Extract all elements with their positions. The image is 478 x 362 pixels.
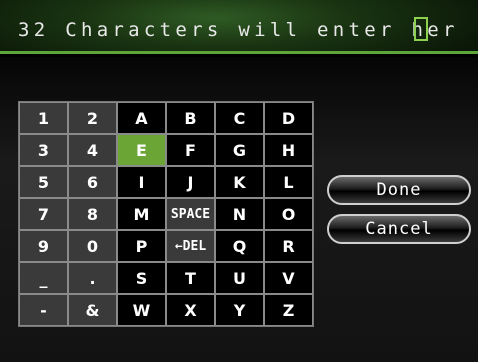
key-1[interactable]: 1 — [19, 102, 68, 134]
key-P[interactable]: P — [117, 230, 166, 262]
key-A[interactable]: A — [117, 102, 166, 134]
key-Q[interactable]: Q — [215, 230, 264, 262]
key-L[interactable]: L — [264, 166, 313, 198]
key-O[interactable]: O — [264, 198, 313, 230]
key-K[interactable]: K — [215, 166, 264, 198]
key-M[interactable]: M — [117, 198, 166, 230]
key-E[interactable]: E — [117, 134, 166, 166]
key-delete[interactable]: ←DEL — [166, 230, 215, 262]
header-bar: 32 Characters will enter her — [0, 0, 478, 54]
key-J[interactable]: J — [166, 166, 215, 198]
key-V[interactable]: V — [264, 262, 313, 294]
cancel-button[interactable]: Cancel — [327, 214, 471, 244]
key-N[interactable]: N — [215, 198, 264, 230]
key-X[interactable]: X — [166, 294, 215, 326]
key-0[interactable]: 0 — [68, 230, 117, 262]
key-space[interactable]: SPACE — [166, 198, 215, 230]
key-D[interactable]: D — [264, 102, 313, 134]
key-T[interactable]: T — [166, 262, 215, 294]
key-6[interactable]: 6 — [68, 166, 117, 198]
text-entry-display: 32 Characters will enter her — [18, 19, 459, 41]
key-I[interactable]: I — [117, 166, 166, 198]
key-&[interactable]: & — [68, 294, 117, 326]
done-button[interactable]: Done — [327, 175, 471, 205]
key-Y[interactable]: Y — [215, 294, 264, 326]
key-W[interactable]: W — [117, 294, 166, 326]
key-C[interactable]: C — [215, 102, 264, 134]
key-7[interactable]: 7 — [19, 198, 68, 230]
key-U[interactable]: U — [215, 262, 264, 294]
key--[interactable]: - — [19, 294, 68, 326]
key-4[interactable]: 4 — [68, 134, 117, 166]
key-S[interactable]: S — [117, 262, 166, 294]
key-2[interactable]: 2 — [68, 102, 117, 134]
key-B[interactable]: B — [166, 102, 215, 134]
onscreen-keyboard: 1 2 A B C D 3 4 E F G H 5 6 I J K L 7 8 M SPACE N O 9 0 P ←DEL Q R _. S… — [18, 101, 314, 327]
key-3[interactable]: 3 — [19, 134, 68, 166]
key-H[interactable]: H — [264, 134, 313, 166]
text-cursor — [414, 17, 428, 41]
key-Z[interactable]: Z — [264, 294, 313, 326]
key-8[interactable]: 8 — [68, 198, 117, 230]
key-G[interactable]: G — [215, 134, 264, 166]
key-.[interactable]: . — [68, 262, 117, 294]
key-_[interactable]: _ — [19, 262, 68, 294]
key-9[interactable]: 9 — [19, 230, 68, 262]
key-R[interactable]: R — [264, 230, 313, 262]
key-F[interactable]: F — [166, 134, 215, 166]
key-5[interactable]: 5 — [19, 166, 68, 198]
